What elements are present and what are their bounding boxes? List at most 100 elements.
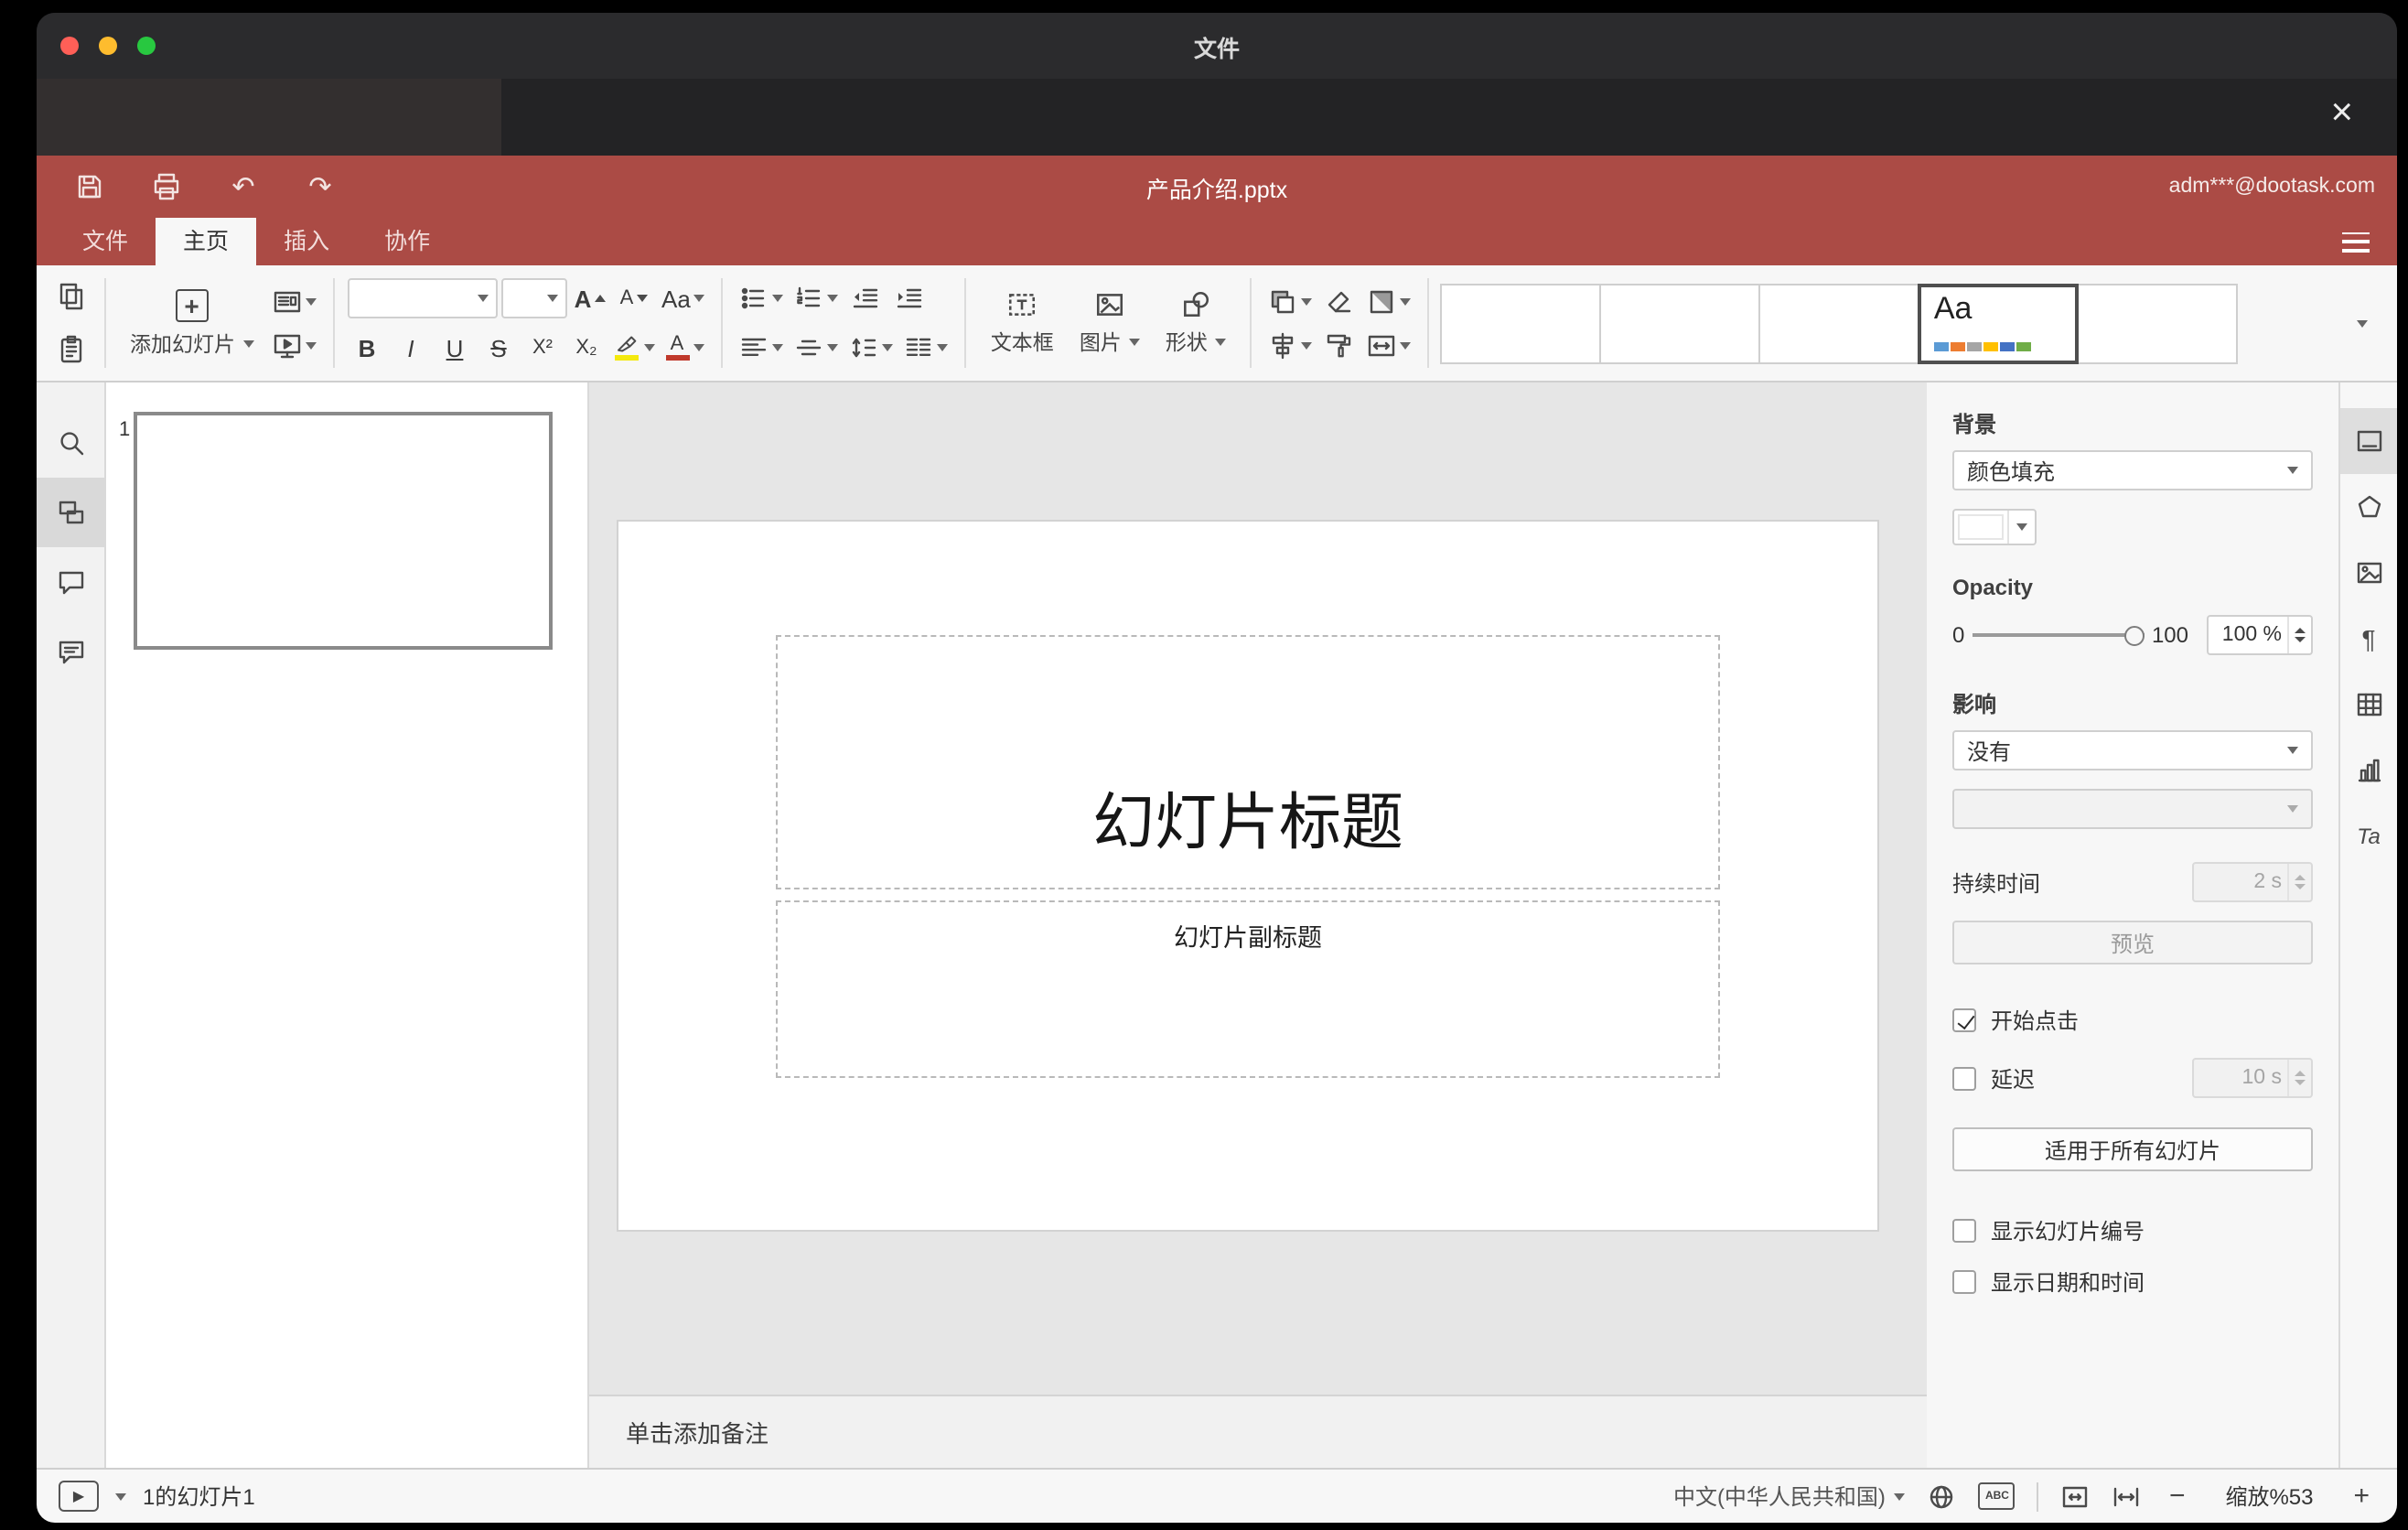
notes-area[interactable]: 单击添加备注 xyxy=(589,1395,1927,1468)
subscript-button[interactable]: X₂ xyxy=(566,326,607,370)
fill-type-select[interactable]: 颜色填充 xyxy=(1952,450,2313,490)
minimize-window-button[interactable] xyxy=(99,37,117,55)
title-placeholder[interactable]: 幻灯片标题 xyxy=(776,635,1720,889)
increase-indent-button[interactable] xyxy=(890,276,930,320)
show-slide-number-row[interactable]: 显示幻灯片编号 xyxy=(1952,1215,2313,1246)
chevron-down-icon[interactable] xyxy=(115,1492,126,1500)
chart-settings-tab[interactable] xyxy=(2340,738,2397,803)
paragraph-settings-tab[interactable]: ¶ xyxy=(2340,606,2397,672)
copy-button[interactable] xyxy=(51,275,91,318)
slide-layout-button[interactable] xyxy=(268,279,319,323)
show-date-time-row[interactable]: 显示日期和时间 xyxy=(1952,1266,2313,1298)
tab-home[interactable]: 主页 xyxy=(156,218,257,265)
spellcheck-button[interactable]: ABC xyxy=(1978,1482,2016,1510)
underline-button[interactable]: U xyxy=(435,326,475,370)
theme-thumbnail[interactable] xyxy=(1758,283,1919,363)
decrease-font-button[interactable]: A xyxy=(614,276,654,320)
document-language-button[interactable] xyxy=(1928,1482,1957,1511)
strikethrough-button[interactable]: S xyxy=(478,326,519,370)
slide-settings-tab[interactable] xyxy=(2340,408,2397,474)
add-slide-button[interactable]: + 添加幻灯片 xyxy=(119,272,264,374)
image-settings-tab[interactable] xyxy=(2340,540,2397,606)
slide-surface[interactable]: 幻灯片标题 幻灯片副标题 xyxy=(618,522,1877,1230)
textart-settings-tab[interactable]: Ta xyxy=(2340,803,2397,869)
arrange-shape-button[interactable] xyxy=(1264,279,1316,323)
spinner-buttons[interactable] xyxy=(2287,1060,2311,1096)
language-selector[interactable]: 中文(中华人民共和国) xyxy=(1673,1481,1906,1512)
start-slideshow-button[interactable] xyxy=(268,323,319,367)
opacity-slider[interactable] xyxy=(1972,624,2145,646)
columns-button[interactable] xyxy=(901,326,952,370)
subtitle-placeholder[interactable]: 幻灯片副标题 xyxy=(776,900,1720,1078)
decrease-indent-button[interactable] xyxy=(846,276,887,320)
superscript-button[interactable]: X² xyxy=(522,326,563,370)
menu-icon[interactable] xyxy=(2342,232,2370,253)
theme-thumbnail[interactable] xyxy=(2076,283,2238,363)
table-settings-tab[interactable] xyxy=(2340,672,2397,738)
font-color-button[interactable]: A xyxy=(661,326,707,370)
checkbox-icon[interactable] xyxy=(1952,1219,1976,1243)
checkbox-checked-icon[interactable] xyxy=(1952,1008,1976,1032)
tab-collaboration[interactable]: 协作 xyxy=(357,218,457,265)
spinner-buttons[interactable] xyxy=(2287,864,2311,900)
zoom-in-button[interactable]: + xyxy=(2348,1481,2375,1512)
fill-color-picker[interactable] xyxy=(1952,509,2037,545)
align-shape-button[interactable] xyxy=(1264,323,1316,367)
fit-width-button[interactable] xyxy=(2112,1482,2142,1511)
tab-insert[interactable]: 插入 xyxy=(256,218,357,265)
redo-icon[interactable]: ↷ xyxy=(304,170,337,203)
slider-knob[interactable] xyxy=(2123,625,2145,645)
font-size-combo[interactable] xyxy=(500,278,566,318)
slide-size-button[interactable] xyxy=(1363,323,1414,367)
vertical-align-button[interactable] xyxy=(791,326,843,370)
font-name-combo[interactable] xyxy=(347,278,497,318)
line-spacing-button[interactable] xyxy=(846,326,898,370)
slide-thumbnail[interactable] xyxy=(134,412,553,650)
feedback-button[interactable] xyxy=(37,617,105,686)
horizontal-align-button[interactable] xyxy=(736,326,788,370)
delay-checkbox-row[interactable]: 延迟 xyxy=(1952,1062,2035,1094)
spinner-buttons[interactable] xyxy=(2287,617,2311,653)
italic-button[interactable]: I xyxy=(391,326,431,370)
clear-style-button[interactable] xyxy=(1319,279,1360,323)
start-slideshow-status-button[interactable]: ▶ xyxy=(59,1481,99,1512)
theme-gallery-expand-button[interactable] xyxy=(2342,301,2382,345)
start-on-click-checkbox-row[interactable]: 开始点击 xyxy=(1952,1005,2313,1036)
search-button[interactable] xyxy=(37,408,105,478)
paste-button[interactable] xyxy=(51,328,91,372)
checkbox-icon[interactable] xyxy=(1952,1066,1976,1090)
shape-settings-tab[interactable] xyxy=(2340,474,2397,540)
preview-button[interactable]: 预览 xyxy=(1952,921,2313,964)
color-scheme-button[interactable] xyxy=(1363,279,1414,323)
print-icon[interactable] xyxy=(150,170,183,203)
comments-button[interactable] xyxy=(37,547,105,617)
effect-select[interactable]: 没有 xyxy=(1952,730,2313,770)
theme-thumbnail[interactable] xyxy=(1598,283,1760,363)
delay-input[interactable]: 10 s xyxy=(2192,1058,2313,1098)
fit-slide-button[interactable] xyxy=(2061,1482,2091,1511)
undo-icon[interactable]: ↶ xyxy=(227,170,260,203)
save-icon[interactable] xyxy=(73,170,106,203)
close-icon[interactable]: × xyxy=(2330,92,2353,134)
insert-image-button[interactable]: 图片 xyxy=(1069,272,1151,374)
opacity-input[interactable]: 100 % xyxy=(2207,615,2313,655)
insert-textbox-button[interactable]: 文本框 xyxy=(980,272,1065,374)
tab-file[interactable]: 文件 xyxy=(55,218,156,265)
maximize-window-button[interactable] xyxy=(137,37,156,55)
close-window-button[interactable] xyxy=(60,37,79,55)
theme-thumbnail-selected[interactable]: Aa xyxy=(1917,283,2079,363)
bold-button[interactable]: B xyxy=(347,326,387,370)
insert-shape-button[interactable]: 形状 xyxy=(1155,272,1237,374)
zoom-out-button[interactable]: − xyxy=(2164,1481,2191,1512)
numbering-button[interactable] xyxy=(791,276,843,320)
effect-variant-select[interactable] xyxy=(1952,789,2313,829)
duration-input[interactable]: 2 s xyxy=(2192,862,2313,902)
copy-style-button[interactable] xyxy=(1319,323,1360,367)
highlight-color-button[interactable] xyxy=(610,326,658,370)
increase-font-button[interactable]: A xyxy=(570,276,610,320)
slides-panel-button[interactable] xyxy=(37,478,105,547)
change-case-button[interactable]: Aa xyxy=(658,276,709,320)
theme-thumbnail[interactable] xyxy=(1439,283,1601,363)
bullets-button[interactable] xyxy=(736,276,788,320)
apply-to-all-slides-button[interactable]: 适用于所有幻灯片 xyxy=(1952,1127,2313,1171)
